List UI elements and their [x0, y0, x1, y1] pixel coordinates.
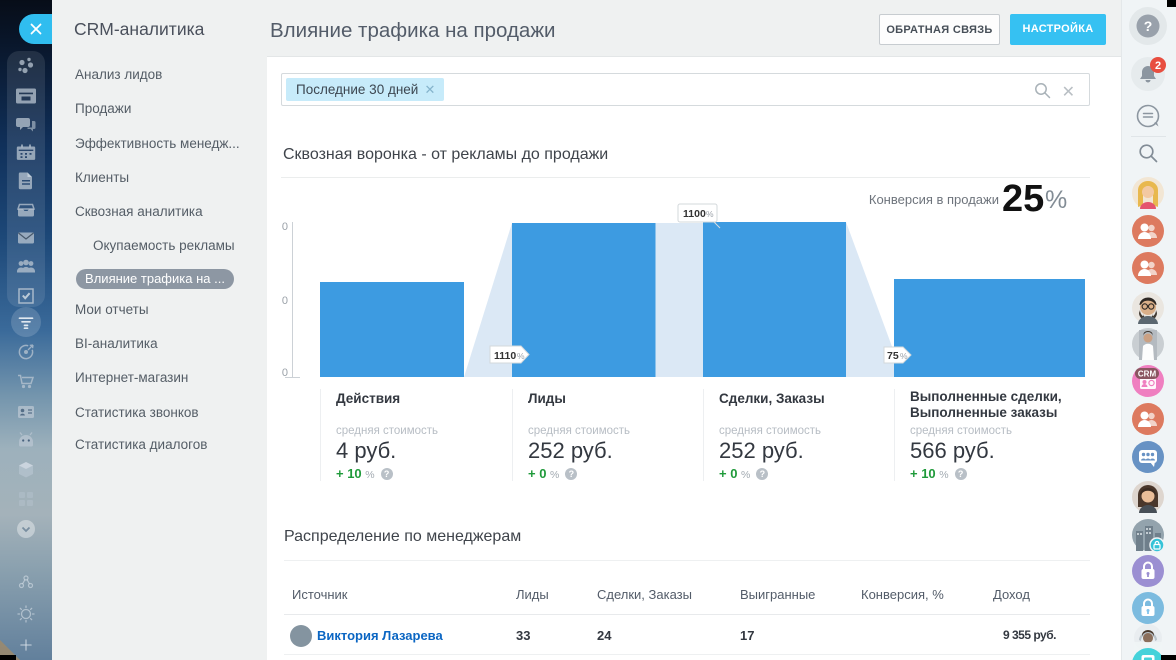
svg-text:0: 0	[282, 221, 288, 233]
svg-text:1110: 1110	[494, 350, 516, 362]
svg-text:2: 2	[1155, 60, 1161, 72]
svg-text:0: 0	[282, 367, 288, 379]
svg-text:%: %	[900, 351, 908, 361]
svg-text:1100: 1100	[683, 208, 706, 220]
svg-text:CRM: CRM	[1138, 369, 1157, 378]
svg-text:%: %	[706, 209, 714, 219]
svg-text:75: 75	[887, 350, 899, 362]
svg-text:?: ?	[1144, 18, 1153, 34]
svg-text:%: %	[517, 351, 525, 361]
svg-text:0: 0	[282, 295, 288, 307]
